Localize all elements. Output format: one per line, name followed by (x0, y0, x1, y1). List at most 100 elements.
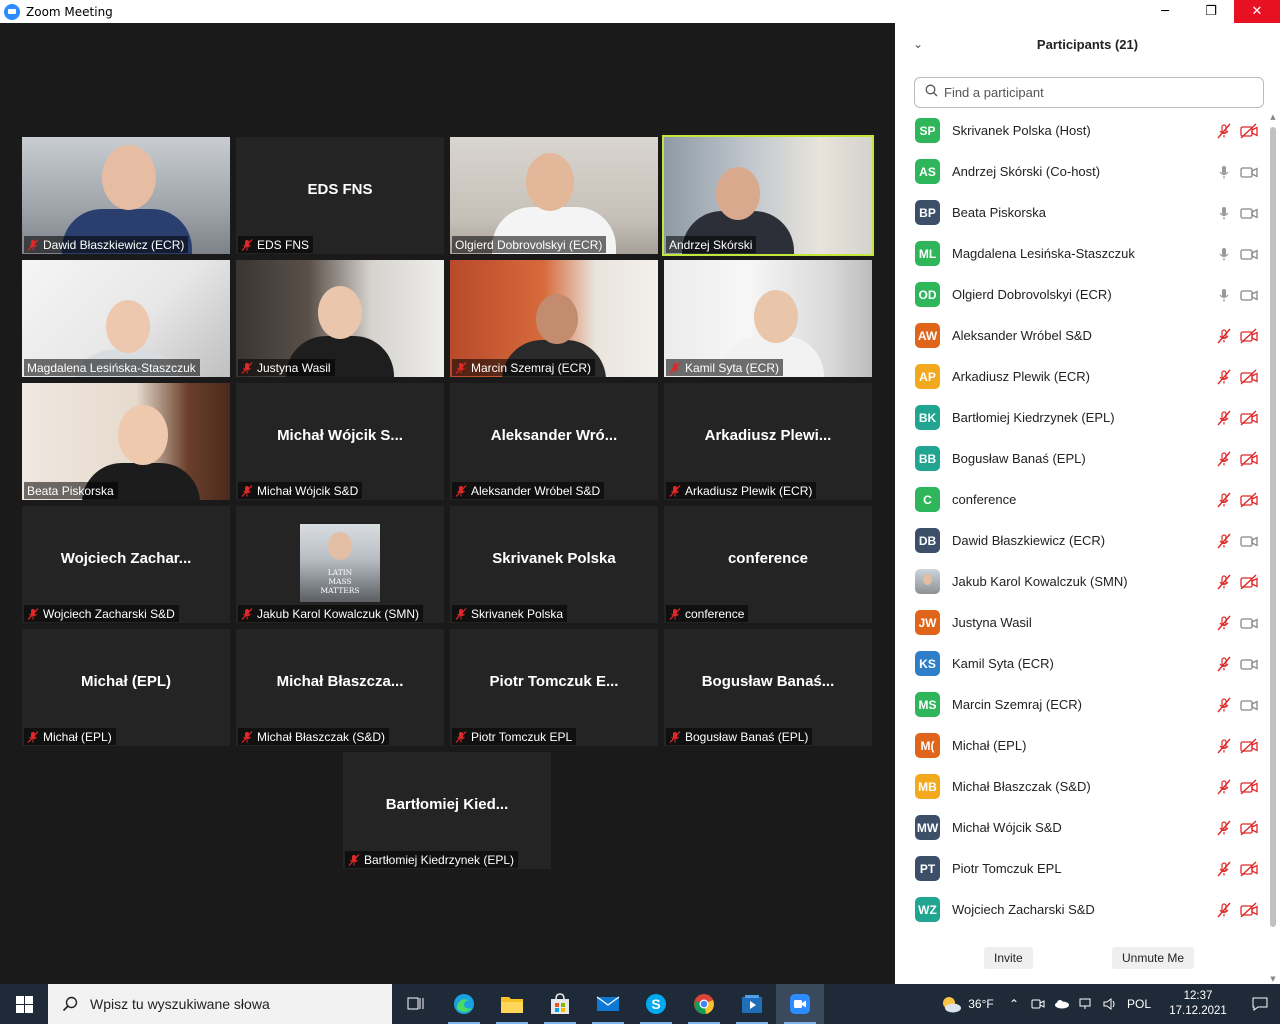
mail-icon[interactable] (584, 984, 632, 1024)
participant-video-tile[interactable]: Olgierd Dobrovolskyi (ECR) (450, 137, 658, 254)
participant-row[interactable]: PT Piotr Tomczuk EPL (895, 848, 1269, 889)
participant-row[interactable]: JW Justyna Wasil (895, 602, 1269, 643)
video-off-icon[interactable] (1240, 122, 1258, 139)
video-off-icon[interactable] (1240, 450, 1258, 467)
participant-video-tile[interactable]: Skrivanek Polska Skrivanek Polska (450, 506, 658, 623)
media-player-icon[interactable] (728, 984, 776, 1024)
participant-video-tile[interactable]: Magdalena Lesińska-Staszczuk (22, 260, 230, 377)
participant-video-tile[interactable]: Piotr Tomczuk E... Piotr Tomczuk EPL (450, 629, 658, 746)
meet-now-icon[interactable] (1026, 984, 1050, 1024)
weather-widget[interactable]: 36°F (932, 984, 1002, 1024)
participant-row[interactable]: AW Aleksander Wróbel S&D (895, 315, 1269, 356)
participant-list-scrollbar[interactable]: ▲ ▼ (1268, 113, 1278, 983)
video-off-icon[interactable] (1240, 368, 1258, 385)
video-off-icon[interactable] (1240, 327, 1258, 344)
chrome-icon[interactable] (680, 984, 728, 1024)
input-language[interactable]: POL (1122, 984, 1156, 1024)
scroll-up-arrow-icon[interactable]: ▲ (1268, 113, 1278, 121)
muted-mic-icon[interactable] (1216, 451, 1232, 467)
video-camera-icon[interactable] (1240, 287, 1258, 303)
video-off-icon[interactable] (1240, 409, 1258, 426)
muted-mic-icon[interactable] (1216, 656, 1232, 672)
participant-video-tile[interactable]: Andrzej Skórski (662, 135, 874, 256)
video-camera-icon[interactable] (1240, 656, 1258, 672)
participant-video-tile[interactable]: Kamil Syta (ECR) (664, 260, 872, 377)
scroll-down-arrow-icon[interactable]: ▼ (1268, 975, 1278, 983)
participant-row[interactable]: MS Marcin Szemraj (ECR) (895, 684, 1269, 725)
muted-mic-icon[interactable] (1216, 123, 1232, 139)
muted-mic-icon[interactable] (1216, 820, 1232, 836)
participant-row[interactable]: BP Beata Piskorska (895, 192, 1269, 233)
participant-video-tile[interactable]: Justyna Wasil (236, 260, 444, 377)
video-camera-icon[interactable] (1240, 164, 1258, 180)
muted-mic-icon[interactable] (1216, 615, 1232, 631)
video-off-icon[interactable] (1240, 491, 1258, 508)
participant-row[interactable]: ML Magdalena Lesińska-Staszczuk (895, 233, 1269, 274)
minimize-button[interactable]: ─ (1142, 0, 1188, 23)
participant-video-tile[interactable]: Wojciech Zachar... Wojciech Zacharski S&D (22, 506, 230, 623)
file-explorer-icon[interactable] (488, 984, 536, 1024)
mic-icon[interactable] (1216, 205, 1232, 221)
participant-video-tile[interactable]: conference conference (664, 506, 872, 623)
participant-video-tile[interactable]: Michał Wójcik S... Michał Wójcik S&D (236, 383, 444, 500)
close-button[interactable]: ✕ (1234, 0, 1280, 23)
mic-icon[interactable] (1216, 246, 1232, 262)
participant-row[interactable]: Cconference (895, 479, 1269, 520)
participant-search-input[interactable] (944, 85, 1244, 100)
muted-mic-icon[interactable] (1216, 410, 1232, 426)
participant-search[interactable] (914, 77, 1264, 108)
video-camera-icon[interactable] (1240, 615, 1258, 631)
participant-video-tile[interactable]: Dawid Błaszkiewicz (ECR) (22, 137, 230, 254)
video-camera-icon[interactable] (1240, 533, 1258, 549)
video-camera-icon[interactable] (1240, 697, 1258, 713)
video-camera-icon[interactable] (1240, 246, 1258, 262)
notifications-icon[interactable] (1240, 984, 1280, 1024)
start-button[interactable] (0, 984, 48, 1024)
muted-mic-icon[interactable] (1216, 328, 1232, 344)
network-icon[interactable] (1074, 984, 1098, 1024)
muted-mic-icon[interactable] (1216, 861, 1232, 877)
edge-icon[interactable] (440, 984, 488, 1024)
muted-mic-icon[interactable] (1216, 779, 1232, 795)
participant-video-tile[interactable]: Bartłomiej Kied... Bartłomiej Kiedrzynek … (343, 752, 551, 869)
participant-row[interactable]: M(Michał (EPL) (895, 725, 1269, 766)
store-icon[interactable] (536, 984, 584, 1024)
participant-video-tile[interactable]: Beata Piskorska (22, 383, 230, 500)
participant-video-tile[interactable]: Arkadiusz Plewi... Arkadiusz Plewik (ECR) (664, 383, 872, 500)
scrollbar-thumb[interactable] (1270, 127, 1276, 927)
volume-icon[interactable] (1098, 984, 1122, 1024)
participant-video-tile[interactable]: Michał (EPL) Michał (EPL) (22, 629, 230, 746)
participant-row[interactable]: WZ Wojciech Zacharski S&D (895, 889, 1269, 930)
participant-video-tile[interactable]: Marcin Szemraj (ECR) (450, 260, 658, 377)
participant-row[interactable]: BK Bartłomiej Kiedrzynek (EPL) (895, 397, 1269, 438)
muted-mic-icon[interactable] (1216, 902, 1232, 918)
mic-icon[interactable] (1216, 164, 1232, 180)
video-off-icon[interactable] (1240, 778, 1258, 795)
participant-row[interactable]: AS Andrzej Skórski (Co-host) (895, 151, 1269, 192)
task-view-icon[interactable] (392, 984, 440, 1024)
taskbar-search-input[interactable] (90, 996, 370, 1012)
video-off-icon[interactable] (1240, 860, 1258, 877)
muted-mic-icon[interactable] (1216, 738, 1232, 754)
muted-mic-icon[interactable] (1216, 492, 1232, 508)
skype-icon[interactable]: S (632, 984, 680, 1024)
participant-row[interactable]: KS Kamil Syta (ECR) (895, 643, 1269, 684)
taskbar-search[interactable] (48, 984, 392, 1024)
muted-mic-icon[interactable] (1216, 574, 1232, 590)
participant-row[interactable]: MW Michał Wójcik S&D (895, 807, 1269, 848)
video-off-icon[interactable] (1240, 901, 1258, 918)
video-camera-icon[interactable] (1240, 205, 1258, 221)
participant-row[interactable]: OD Olgierd Dobrovolskyi (ECR) (895, 274, 1269, 315)
participant-video-tile[interactable]: LATIN MASS MATTERS Jakub Karol Kowalczuk (S… (236, 506, 444, 623)
mic-icon[interactable] (1216, 287, 1232, 303)
muted-mic-icon[interactable] (1216, 697, 1232, 713)
participant-row[interactable]: DB Dawid Błaszkiewicz (ECR) (895, 520, 1269, 561)
onedrive-cloud-icon[interactable] (1050, 984, 1074, 1024)
participant-video-tile[interactable]: Michał Błaszcza... Michał Błaszczak (S&D) (236, 629, 444, 746)
participant-video-tile[interactable]: Aleksander Wró... Aleksander Wróbel S&D (450, 383, 658, 500)
participant-video-tile[interactable]: EDS FNS EDS FNS (236, 137, 444, 254)
participant-row[interactable]: SP Skrivanek Polska (Host) (895, 110, 1269, 151)
video-off-icon[interactable] (1240, 819, 1258, 836)
participant-row[interactable]: BB Bogusław Banaś (EPL) (895, 438, 1269, 479)
video-off-icon[interactable] (1240, 737, 1258, 754)
